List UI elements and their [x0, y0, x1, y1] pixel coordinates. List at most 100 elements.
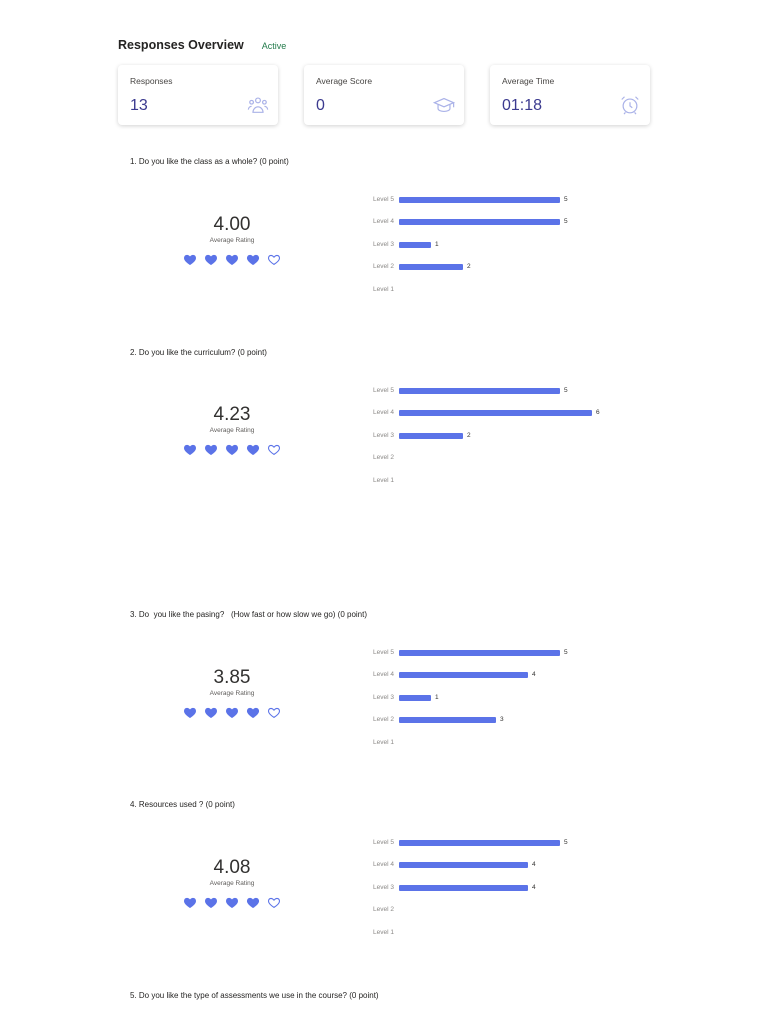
- level-distribution-chart: Level 5 5 Level 4 5 Level 3 1 Level 2 2 Level 1: [366, 195, 626, 307]
- level-label: Level 3: [373, 693, 394, 701]
- average-rating-label: Average Rating: [209, 237, 255, 244]
- rating-summary: 4.00 Average Rating: [172, 214, 292, 266]
- heart-filled-icon: [183, 707, 197, 719]
- responders-icon: [247, 97, 269, 113]
- level-bar: [399, 241, 431, 248]
- average-rating-value: 4.08: [213, 857, 251, 878]
- card-label: Average Time: [502, 76, 555, 86]
- level-label: Level 2: [373, 263, 394, 271]
- level-distribution-chart: Level 5 5 Level 4 4 Level 3 4 Level 2 Level 1: [366, 838, 626, 950]
- heart-rating: [172, 896, 292, 909]
- bar-row: Level 2: [366, 905, 626, 927]
- level-label: Level 3: [373, 240, 394, 248]
- level-bar: [399, 197, 560, 203]
- heart-filled-icon: [225, 707, 239, 719]
- level-count: 5: [564, 387, 568, 394]
- heart-rating: [172, 253, 292, 266]
- bar-row: Level 4 6: [366, 408, 626, 430]
- question-title: 1. Do you like the class as a whole? (0 …: [130, 157, 289, 166]
- heart-outline-icon: [267, 897, 281, 909]
- question-title: 4. Resources used ? (0 point): [130, 800, 235, 809]
- level-count: 5: [564, 218, 568, 226]
- page-title: Responses Overview: [118, 38, 244, 52]
- level-bar: [399, 650, 560, 656]
- level-count: 1: [435, 240, 439, 248]
- level-label: Level 2: [373, 716, 394, 724]
- level-bar: [399, 410, 592, 417]
- bar-row: Level 1: [366, 738, 626, 760]
- responses-card: Responses 13: [118, 65, 278, 125]
- heart-outline-icon: [267, 707, 281, 719]
- card-value: 0: [316, 97, 325, 114]
- average-rating-label: Average Rating: [209, 880, 255, 887]
- level-count: 5: [564, 839, 568, 846]
- average-rating-value: 4.00: [213, 214, 251, 235]
- average-rating-label: Average Rating: [209, 427, 255, 434]
- level-bar: [399, 694, 431, 701]
- average-score-card: Average Score 0: [304, 65, 464, 125]
- card-value: 01:18: [502, 97, 543, 114]
- level-bar: [399, 884, 528, 891]
- heart-filled-icon: [225, 897, 239, 909]
- heart-filled-icon: [204, 444, 218, 456]
- level-distribution-chart: Level 5 5 Level 4 4 Level 3 1 Level 2 3 Level 1: [366, 648, 626, 760]
- level-label: Level 4: [373, 671, 394, 679]
- level-bar: [399, 388, 560, 394]
- heart-filled-icon: [204, 254, 218, 266]
- status-badge: Active: [261, 41, 287, 51]
- bar-row: Level 5 5: [366, 648, 626, 670]
- bar-row: Level 2 3: [366, 715, 626, 737]
- bar-row: Level 1: [366, 476, 626, 498]
- level-count: 3: [500, 716, 504, 724]
- level-label: Level 4: [373, 861, 394, 869]
- card-label: Responses: [130, 76, 173, 86]
- level-count: 4: [532, 861, 536, 869]
- rating-summary: 3.85 Average Rating: [172, 667, 292, 719]
- level-label: Level 4: [373, 218, 394, 226]
- level-count: 4: [532, 883, 536, 891]
- level-count: 4: [532, 671, 536, 679]
- heart-filled-icon: [246, 897, 260, 909]
- bar-row: Level 3 1: [366, 240, 626, 262]
- level-distribution-chart: Level 5 5 Level 4 6 Level 3 2 Level 2 Level 1: [366, 386, 626, 498]
- bar-row: Level 3 1: [366, 693, 626, 715]
- alarm-clock-icon: [621, 96, 639, 115]
- heart-outline-icon: [267, 254, 281, 266]
- level-bar: [399, 432, 463, 439]
- level-label: Level 1: [373, 285, 394, 293]
- level-bar: [399, 862, 528, 869]
- bar-row: Level 4 4: [366, 860, 626, 882]
- heart-rating: [172, 706, 292, 719]
- level-label: Level 2: [373, 906, 394, 914]
- level-label: Level 1: [373, 476, 394, 484]
- level-label: Level 5: [373, 649, 394, 656]
- level-label: Level 5: [373, 839, 394, 846]
- bar-row: Level 5 5: [366, 195, 626, 217]
- level-label: Level 3: [373, 883, 394, 891]
- bar-row: Level 5 5: [366, 838, 626, 860]
- graduation-cap-icon: [433, 97, 455, 113]
- level-bar: [399, 219, 560, 226]
- question-title: 5. Do you like the type of assessments w…: [130, 991, 379, 1000]
- level-label: Level 1: [373, 928, 394, 936]
- heart-filled-icon: [246, 254, 260, 266]
- level-label: Level 5: [373, 196, 394, 203]
- bar-row: Level 4 4: [366, 670, 626, 692]
- level-bar: [399, 672, 528, 679]
- level-count: 2: [467, 431, 471, 439]
- bar-row: Level 2: [366, 453, 626, 475]
- level-count: 5: [564, 196, 568, 203]
- heart-outline-icon: [267, 444, 281, 456]
- level-label: Level 2: [373, 454, 394, 462]
- bar-row: Level 5 5: [366, 386, 626, 408]
- bar-row: Level 3 4: [366, 883, 626, 905]
- card-value: 13: [130, 97, 148, 114]
- question-title: 2. Do you like the curriculum? (0 point): [130, 348, 267, 357]
- question-title: 3. Do you like the pasing? (How fast or …: [130, 610, 367, 619]
- level-label: Level 4: [373, 409, 394, 417]
- heart-filled-icon: [225, 254, 239, 266]
- average-rating-value: 3.85: [213, 667, 251, 688]
- level-count: 2: [467, 263, 471, 271]
- rating-summary: 4.23 Average Rating: [172, 404, 292, 456]
- average-rating-value: 4.23: [213, 404, 251, 425]
